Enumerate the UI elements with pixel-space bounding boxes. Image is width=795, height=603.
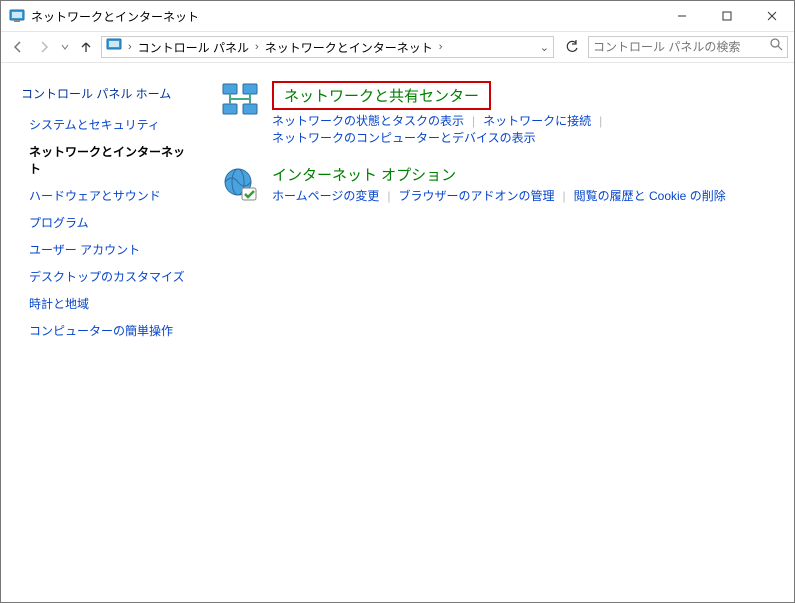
breadcrumb-segment-root[interactable]: コントロール パネル bbox=[138, 39, 249, 56]
control-panel-icon bbox=[106, 37, 122, 58]
category-body: ネットワークと共有センターネットワークの状態とタスクの表示 | ネットワークに接続 |… bbox=[272, 81, 780, 146]
sidebar-item[interactable]: ネットワークとインターネット bbox=[21, 143, 192, 177]
sidebar-item[interactable]: 時計と地域 bbox=[21, 295, 192, 312]
up-button[interactable] bbox=[75, 36, 97, 58]
breadcrumb[interactable]: › コントロール パネル › ネットワークとインターネット › ⌄ bbox=[101, 36, 554, 58]
search-box[interactable] bbox=[588, 36, 788, 58]
sidebar-item[interactable]: ユーザー アカウント bbox=[21, 241, 192, 258]
sidebar-home-link[interactable]: コントロール パネル ホーム bbox=[21, 85, 192, 102]
category-link[interactable]: 閲覧の履歴と Cookie の削除 bbox=[574, 187, 726, 204]
breadcrumb-segment-current[interactable]: ネットワークとインターネット bbox=[265, 39, 433, 56]
main-panel: ネットワークと共有センターネットワークの状態とタスクの表示 | ネットワークに接続 |… bbox=[206, 63, 794, 602]
close-button[interactable] bbox=[749, 1, 794, 31]
search-input[interactable] bbox=[593, 40, 763, 54]
category-links: ネットワークの状態とタスクの表示|ネットワークに接続|ネットワークのコンピュータ… bbox=[272, 112, 780, 146]
category-link[interactable]: ブラウザーのアドオンの管理 bbox=[399, 187, 555, 204]
sidebar-item[interactable]: プログラム bbox=[21, 214, 192, 231]
window-title: ネットワークとインターネット bbox=[31, 8, 659, 25]
minimize-button[interactable] bbox=[659, 1, 704, 31]
internet-icon bbox=[220, 164, 260, 204]
sidebar: コントロール パネル ホーム システムとセキュリティネットワークとインターネット… bbox=[1, 63, 206, 602]
chevron-down-icon[interactable]: ⌄ bbox=[540, 41, 549, 54]
forward-button[interactable] bbox=[33, 36, 55, 58]
category-link[interactable]: ネットワークの状態とタスクの表示 bbox=[272, 112, 464, 129]
sidebar-item[interactable]: システムとセキュリティ bbox=[21, 116, 192, 133]
refresh-button[interactable] bbox=[560, 36, 584, 58]
maximize-button[interactable] bbox=[704, 1, 749, 31]
address-bar: › コントロール パネル › ネットワークとインターネット › ⌄ bbox=[1, 31, 794, 63]
network-icon bbox=[220, 81, 260, 121]
control-panel-icon bbox=[9, 8, 25, 24]
category-heading[interactable]: ネットワークと共有センター bbox=[272, 81, 491, 110]
chevron-right-icon[interactable]: › bbox=[439, 41, 443, 53]
category-links: ホームページの変更 | ブラウザーのアドオンの管理 | 閲覧の履歴と Cookie の削… bbox=[272, 187, 780, 204]
category-link[interactable]: ネットワークのコンピューターとデバイスの表示 bbox=[272, 129, 536, 146]
sidebar-item[interactable]: デスクトップのカスタマイズ bbox=[21, 268, 192, 285]
category-link[interactable]: ホームページの変更 bbox=[272, 187, 379, 204]
window-controls bbox=[659, 1, 794, 31]
back-button[interactable] bbox=[7, 36, 29, 58]
chevron-right-icon[interactable]: › bbox=[255, 41, 259, 53]
divider: | bbox=[387, 189, 390, 203]
sidebar-item[interactable]: コンピューターの簡単操作 bbox=[21, 322, 192, 339]
category-body: インターネット オプションホームページの変更 | ブラウザーのアドオンの管理 | 閲覧の… bbox=[272, 164, 780, 204]
category-link[interactable]: ネットワークに接続 bbox=[483, 112, 591, 129]
category: ネットワークと共有センターネットワークの状態とタスクの表示 | ネットワークに接続 |… bbox=[220, 81, 780, 146]
sidebar-item[interactable]: ハードウェアとサウンド bbox=[21, 187, 192, 204]
search-icon[interactable] bbox=[770, 38, 783, 56]
divider: | bbox=[599, 114, 602, 128]
category-heading[interactable]: インターネット オプション bbox=[272, 164, 456, 185]
content-area: コントロール パネル ホーム システムとセキュリティネットワークとインターネット… bbox=[1, 63, 794, 602]
divider: | bbox=[563, 189, 566, 203]
recent-locations-button[interactable] bbox=[59, 36, 71, 58]
category: インターネット オプションホームページの変更 | ブラウザーのアドオンの管理 | 閲覧の… bbox=[220, 164, 780, 204]
chevron-right-icon[interactable]: › bbox=[128, 41, 132, 53]
divider: | bbox=[472, 114, 475, 128]
title-bar: ネットワークとインターネット bbox=[1, 1, 794, 31]
